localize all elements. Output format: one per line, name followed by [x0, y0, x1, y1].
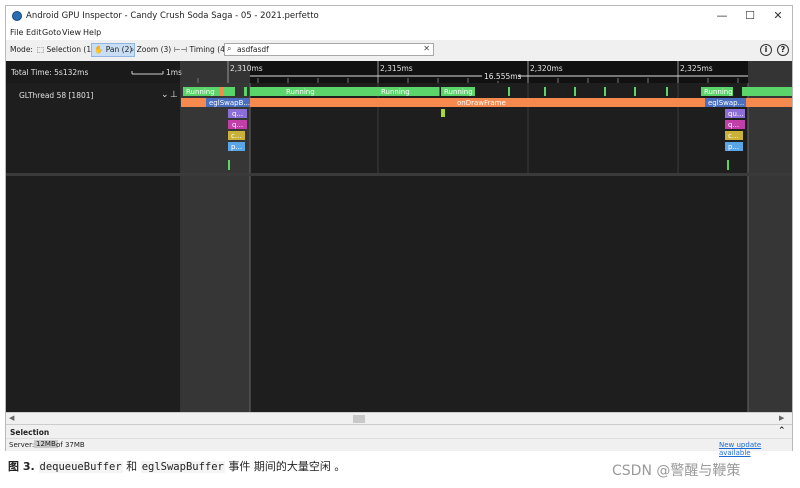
timeline-canvas[interactable]: 2,310ms 2,315ms 2,320ms 2,325ms 16.555ms: [6, 61, 792, 412]
caption-mid: 和: [122, 460, 141, 473]
caption-prefix: 图 3.: [8, 460, 39, 473]
app-window: Android GPU Inspector - Candy Crush Soda…: [5, 5, 793, 457]
figure-caption: 图 3. dequeueBuffer 和 eglSwapBuffer 事件 期间…: [8, 458, 345, 474]
zoom-icon: ⌕: [130, 45, 135, 54]
horizontal-scrollbar[interactable]: ◀ ▶: [6, 412, 792, 424]
running-label: Running: [444, 88, 473, 96]
help-icon[interactable]: ?: [777, 44, 789, 56]
hand-icon: ✋: [94, 45, 104, 54]
tick-label-2320: 2,320ms: [530, 64, 563, 73]
running-tick[interactable]: [666, 87, 668, 96]
running-label: Running: [381, 88, 410, 96]
scroll-right-icon[interactable]: ▶: [779, 414, 784, 422]
clear-search-icon[interactable]: ✕: [423, 44, 430, 53]
running-tick[interactable]: [508, 87, 510, 96]
mode-timing-button[interactable]: ⊢⊣ Timing (4): [172, 43, 230, 57]
running-slice[interactable]: [223, 87, 235, 96]
server-used: 12MB: [34, 440, 58, 448]
minimize-button[interactable]: —: [710, 8, 734, 24]
scroll-left-icon[interactable]: ◀: [9, 414, 14, 422]
p-label: p...: [728, 143, 739, 151]
watermark: CSDN @警醒与鞭策: [612, 463, 741, 479]
mode-timing-label: Timing (4): [189, 45, 228, 54]
running-slice[interactable]: [250, 87, 440, 96]
update-link[interactable]: New update available: [719, 441, 792, 457]
thread-state-row: Running Running Running Running Running: [183, 87, 792, 96]
eglswapbuffer-label: eglSwap...: [708, 99, 744, 107]
running-tick[interactable]: [634, 87, 636, 96]
menu-bar: File Edit Goto View Help: [6, 26, 792, 40]
running-label: Running: [286, 88, 315, 96]
q-label: q...: [232, 121, 243, 129]
eglswapbuffer-label: eglSwapB...: [209, 99, 250, 107]
scrollbar-thumb[interactable]: [353, 415, 365, 423]
shaded-region-right: [748, 61, 792, 412]
track-separator: [6, 173, 792, 176]
mode-zoom-button[interactable]: ⌕ Zoom (3): [128, 43, 173, 57]
caption-code-eglswapbuffer: eglSwapBuffer: [140, 461, 225, 473]
tick-label-2315: 2,315ms: [380, 64, 413, 73]
tick-label-2310: 2,310ms: [230, 64, 263, 73]
menu-help[interactable]: Help: [83, 28, 101, 37]
server-prefix: Server:: [9, 441, 35, 449]
ondrawframe-slice-next[interactable]: [746, 98, 792, 107]
menu-edit[interactable]: Edit: [26, 28, 42, 37]
mode-label: Mode:: [10, 45, 33, 54]
trace-viewer[interactable]: Total Time: 5s132ms 1ms GLThread 58 [180…: [6, 61, 792, 412]
runnable-slice[interactable]: [219, 87, 223, 96]
window-title: Android GPU Inspector - Candy Crush Soda…: [26, 11, 319, 21]
search-value: asdfasdf: [237, 45, 269, 54]
c-label: c...: [231, 132, 242, 140]
menu-goto[interactable]: Goto: [42, 28, 61, 37]
mode-selection-button[interactable]: ⬚ Selection (1): [35, 43, 96, 57]
selection-icon: ⬚: [37, 45, 45, 54]
caption-code-dequeuebuffer: dequeueBuffer: [38, 461, 123, 473]
ondrawframe-label: onDrawFrame: [457, 99, 506, 107]
running-label: Running: [186, 88, 215, 96]
menu-view[interactable]: View: [62, 28, 81, 37]
menu-file[interactable]: File: [10, 28, 23, 37]
mode-zoom-label: Zoom (3): [136, 45, 172, 54]
q-label: q...: [728, 121, 739, 129]
timing-icon: ⊢⊣: [174, 45, 188, 54]
running-slice[interactable]: [742, 87, 792, 96]
running-tick[interactable]: [544, 87, 546, 96]
close-button[interactable]: ✕: [766, 8, 790, 24]
running-tick[interactable]: [604, 87, 606, 96]
title-bar: Android GPU Inspector - Candy Crush Soda…: [6, 6, 792, 26]
running-slice[interactable]: [244, 87, 247, 96]
p-label: p...: [231, 143, 242, 151]
queuebuffer-label: qu...: [728, 110, 744, 118]
caption-suffix: 事件 期间的大量空闲 。: [224, 460, 346, 473]
ondrawframe-slice-prev[interactable]: [181, 98, 206, 107]
selection-title: Selection: [10, 428, 50, 437]
status-bar: Server: 12MB of 37MB New update availabl…: [6, 438, 792, 457]
search-icon: ⌕: [227, 44, 232, 53]
collapse-icon[interactable]: ⌃: [778, 426, 786, 436]
grid-lines: [377, 83, 679, 173]
running-label: Running: [704, 88, 733, 96]
mode-selection-label: Selection (1): [46, 45, 95, 54]
measure-label: 16.555ms: [484, 72, 522, 81]
app-logo-icon: [12, 11, 22, 21]
tick-label-2325: 2,325ms: [680, 64, 713, 73]
c-label: c...: [728, 132, 739, 140]
maximize-button[interactable]: ☐: [738, 8, 762, 24]
toolbar: Mode: ⬚ Selection (1) ✋ Pan (2) ⌕ Zoom (…: [6, 41, 792, 59]
sub-slice[interactable]: [727, 160, 729, 170]
search-input[interactable]: ⌕ asdfasdf ✕: [224, 43, 434, 56]
info-icon[interactable]: i: [760, 44, 772, 56]
server-suffix: of 37MB: [56, 441, 85, 449]
sub-slice[interactable]: [228, 160, 230, 170]
small-slice[interactable]: [441, 109, 445, 117]
running-tick[interactable]: [574, 87, 576, 96]
selection-panel-header[interactable]: Selection ⌃: [6, 424, 792, 438]
queuebuffer-label: q...: [232, 110, 243, 118]
